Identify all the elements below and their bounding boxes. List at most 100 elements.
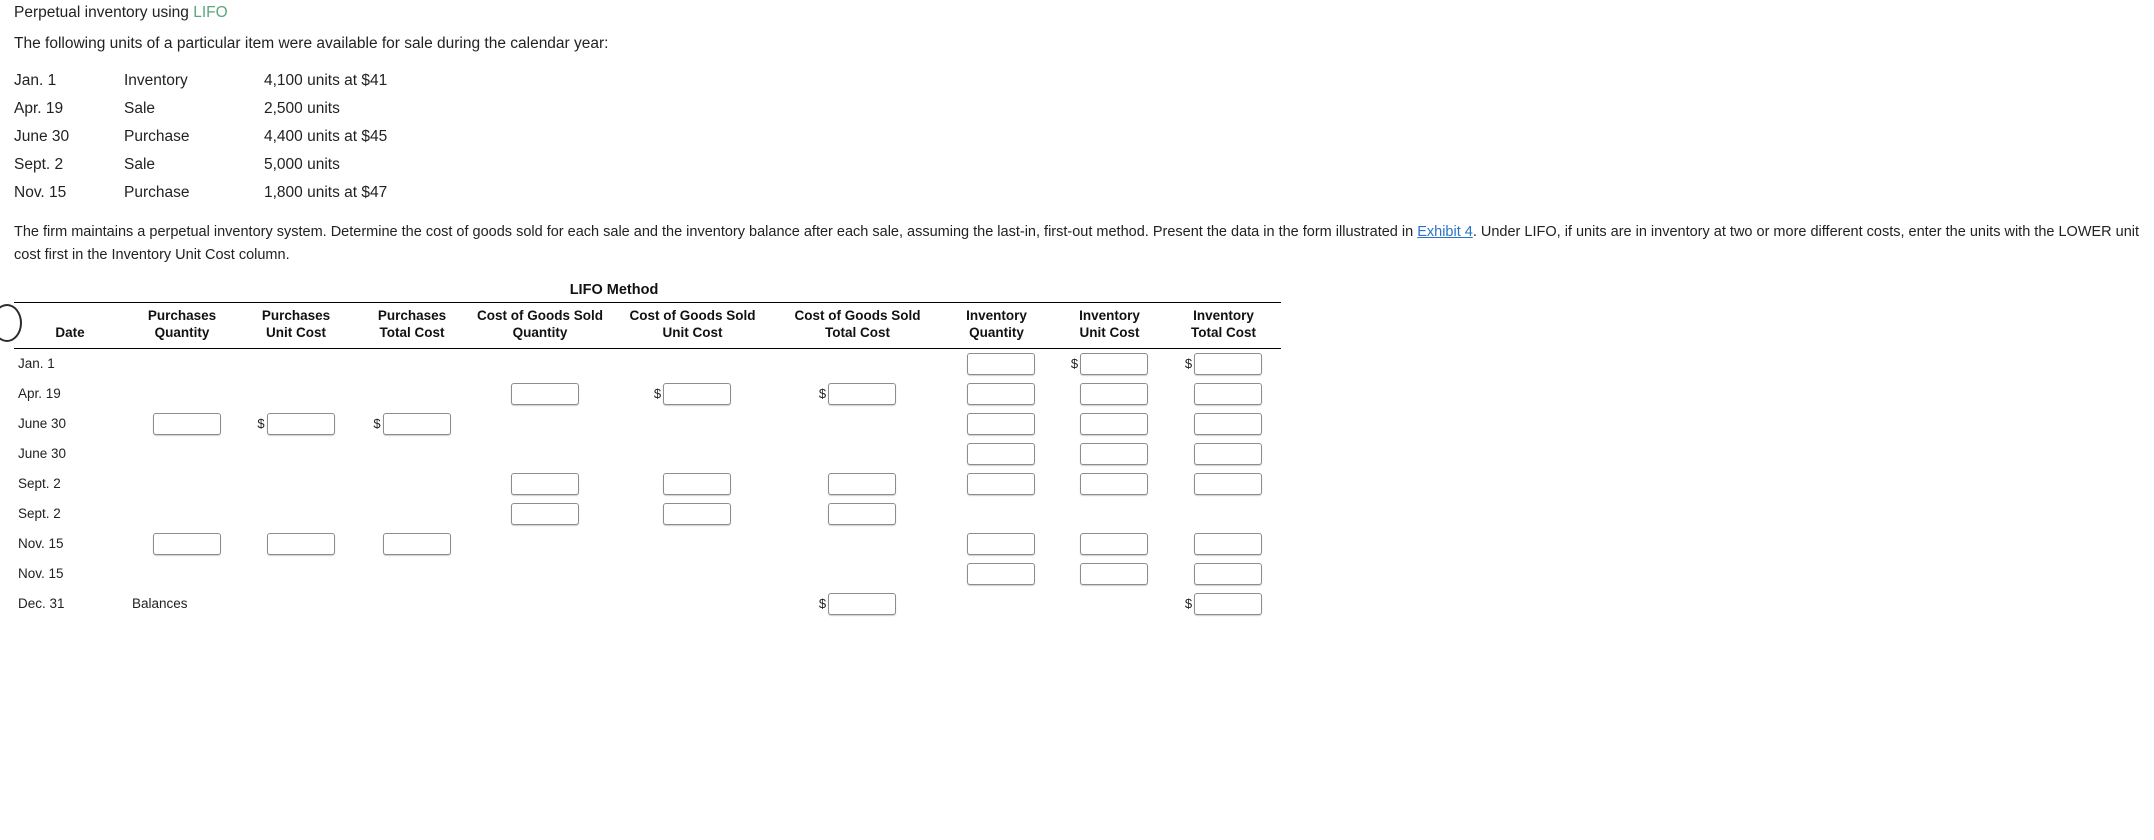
input-cell-wrapper: $ (130, 409, 234, 439)
input-purchases-total-cost[interactable] (382, 412, 451, 435)
cell-purchases-quantity: $ (126, 409, 238, 439)
input-cell-wrapper: $ (358, 409, 466, 439)
input-inventory-unit-cost[interactable] (1080, 412, 1149, 435)
input-cell-wrapper: $ (614, 379, 771, 409)
input-cell-wrapper: $ (779, 379, 936, 409)
input-cogs-total-cost[interactable] (828, 592, 897, 615)
availability-table: Jan. 1 Inventory 4,100 units at $41 Apr.… (14, 67, 564, 207)
input-cogs-total-cost[interactable] (828, 472, 897, 495)
input-purchases-quantity[interactable] (152, 412, 221, 435)
cell-inventory-unit-cost: $ (1053, 469, 1166, 499)
input-cogs-quantity[interactable] (510, 382, 579, 405)
input-purchases-total-cost[interactable] (382, 532, 451, 555)
row-date-label: Nov. 15 (18, 536, 64, 552)
input-cogs-total-cost[interactable] (828, 382, 897, 405)
cell-purchases-unit-cost: $ (238, 529, 354, 559)
input-cell-wrapper: $ (1057, 529, 1162, 559)
input-cogs-quantity[interactable] (510, 472, 579, 495)
input-inventory-quantity[interactable] (967, 472, 1036, 495)
column-header-purchases-quantity-bottom: Quantity (154, 324, 210, 340)
input-cogs-unit-cost[interactable] (663, 382, 732, 405)
cell-inventory-total-cost (1166, 499, 1281, 529)
cell-purchases-unit-cost: $ (238, 409, 354, 439)
cell-cogs-quantity (470, 348, 610, 379)
input-cell-wrapper: $ (944, 559, 1049, 589)
column-header-purchases-unit-cost: Purchases Unit Cost (238, 301, 354, 349)
input-inventory-quantity[interactable] (967, 562, 1036, 585)
row-date-label: Sept. 2 (18, 506, 61, 522)
input-cogs-unit-cost[interactable] (663, 472, 732, 495)
cell-purchases-quantity (126, 469, 238, 499)
input-inventory-total-cost[interactable] (1194, 352, 1263, 375)
instructions-part-1: The firm maintains a perpetual inventory… (14, 224, 1418, 241)
input-cell-wrapper: $ (1170, 469, 1277, 499)
input-inventory-quantity[interactable] (967, 412, 1036, 435)
input-inventory-total-cost[interactable] (1194, 562, 1263, 585)
input-inventory-unit-cost[interactable] (1080, 352, 1149, 375)
table-row: Dec. 31 Balances $ $ (14, 589, 1281, 619)
column-header-purchases-total-cost-top: Purchases (377, 307, 447, 323)
input-inventory-total-cost[interactable] (1194, 382, 1263, 405)
input-inventory-total-cost[interactable] (1194, 412, 1263, 435)
cell-inventory-unit-cost: $ (1053, 529, 1166, 559)
cell-purchases-unit-cost (238, 439, 354, 469)
cell-inventory-quantity: $ (940, 379, 1053, 409)
cell-purchases-total-cost (354, 469, 470, 499)
input-inventory-unit-cost[interactable] (1080, 442, 1149, 465)
column-header-cogs-quantity: Cost of Goods Sold Quantity (470, 301, 610, 349)
input-cell-wrapper: $ (614, 499, 771, 529)
cell-cogs-quantity (470, 589, 610, 619)
availability-desc: 5,000 units (264, 156, 340, 174)
availability-date: Jan. 1 (14, 72, 57, 90)
input-inventory-quantity[interactable] (967, 532, 1036, 555)
input-cogs-total-cost[interactable] (828, 502, 897, 525)
availability-kind: Sale (124, 100, 156, 118)
availability-desc: 1,800 units at $47 (264, 184, 388, 202)
cell-inventory-quantity: $ (940, 439, 1053, 469)
input-cell-wrapper: $ (242, 529, 350, 559)
cell-cogs-quantity (470, 439, 610, 469)
input-inventory-unit-cost[interactable] (1080, 532, 1149, 555)
column-header-purchases-total-cost: Purchases Total Cost (354, 301, 470, 349)
input-inventory-total-cost[interactable] (1194, 532, 1263, 555)
column-header-inventory-total-cost: Inventory Total Cost (1166, 301, 1281, 349)
exhibit-4-link[interactable]: Exhibit 4 (1417, 224, 1473, 240)
cell-inventory-quantity (940, 499, 1053, 529)
input-inventory-total-cost[interactable] (1194, 592, 1263, 615)
cell-cogs-total-cost (775, 348, 940, 379)
availability-table-body: Jan. 1 Inventory 4,100 units at $41 Apr.… (14, 67, 564, 207)
column-header-cogs-quantity-bottom: Quantity (512, 324, 568, 340)
cell-cogs-quantity: $ (470, 379, 610, 409)
lifo-table-head: Date Purchases Quantity Purchases Unit C… (14, 301, 1281, 349)
input-inventory-quantity[interactable] (967, 442, 1036, 465)
input-purchases-quantity[interactable] (152, 532, 221, 555)
input-inventory-total-cost[interactable] (1194, 442, 1263, 465)
input-cogs-unit-cost[interactable] (663, 502, 732, 525)
input-cogs-quantity[interactable] (510, 502, 579, 525)
cell-inventory-quantity (940, 589, 1053, 619)
input-inventory-quantity[interactable] (967, 352, 1036, 375)
row-date-label: Jan. 1 (18, 356, 55, 372)
dollar-sign: $ (1184, 596, 1193, 612)
input-purchases-unit-cost[interactable] (266, 412, 335, 435)
input-inventory-quantity[interactable] (967, 382, 1036, 405)
dollar-sign: $ (818, 596, 827, 612)
cell-purchases-quantity (126, 439, 238, 469)
table-row: Nov. 15 Purchase 1,800 units at $47 (14, 179, 564, 207)
input-inventory-total-cost[interactable] (1194, 472, 1263, 495)
input-inventory-unit-cost[interactable] (1080, 562, 1149, 585)
input-inventory-unit-cost[interactable] (1080, 472, 1149, 495)
cell-cogs-total-cost (775, 439, 940, 469)
cell-inventory-quantity: $ (940, 559, 1053, 589)
column-header-cogs-quantity-top: Cost of Goods Sold (477, 307, 603, 323)
input-purchases-unit-cost[interactable] (266, 532, 335, 555)
lifo-table-body: Jan. 1$$$Apr. 19$$$$$$June 30$$$$$$June … (14, 348, 1281, 619)
cell-cogs-unit-cost: $ (610, 469, 775, 499)
cell-inventory-unit-cost: $ (1053, 439, 1166, 469)
cell-purchases-unit-cost (238, 348, 354, 379)
input-inventory-unit-cost[interactable] (1080, 382, 1149, 405)
intro-lead-text: The following units of a particular item… (14, 35, 609, 53)
availability-date: Sept. 2 (14, 156, 64, 174)
dollar-sign: $ (373, 416, 381, 432)
cell-cogs-total-cost: $ (775, 379, 940, 409)
